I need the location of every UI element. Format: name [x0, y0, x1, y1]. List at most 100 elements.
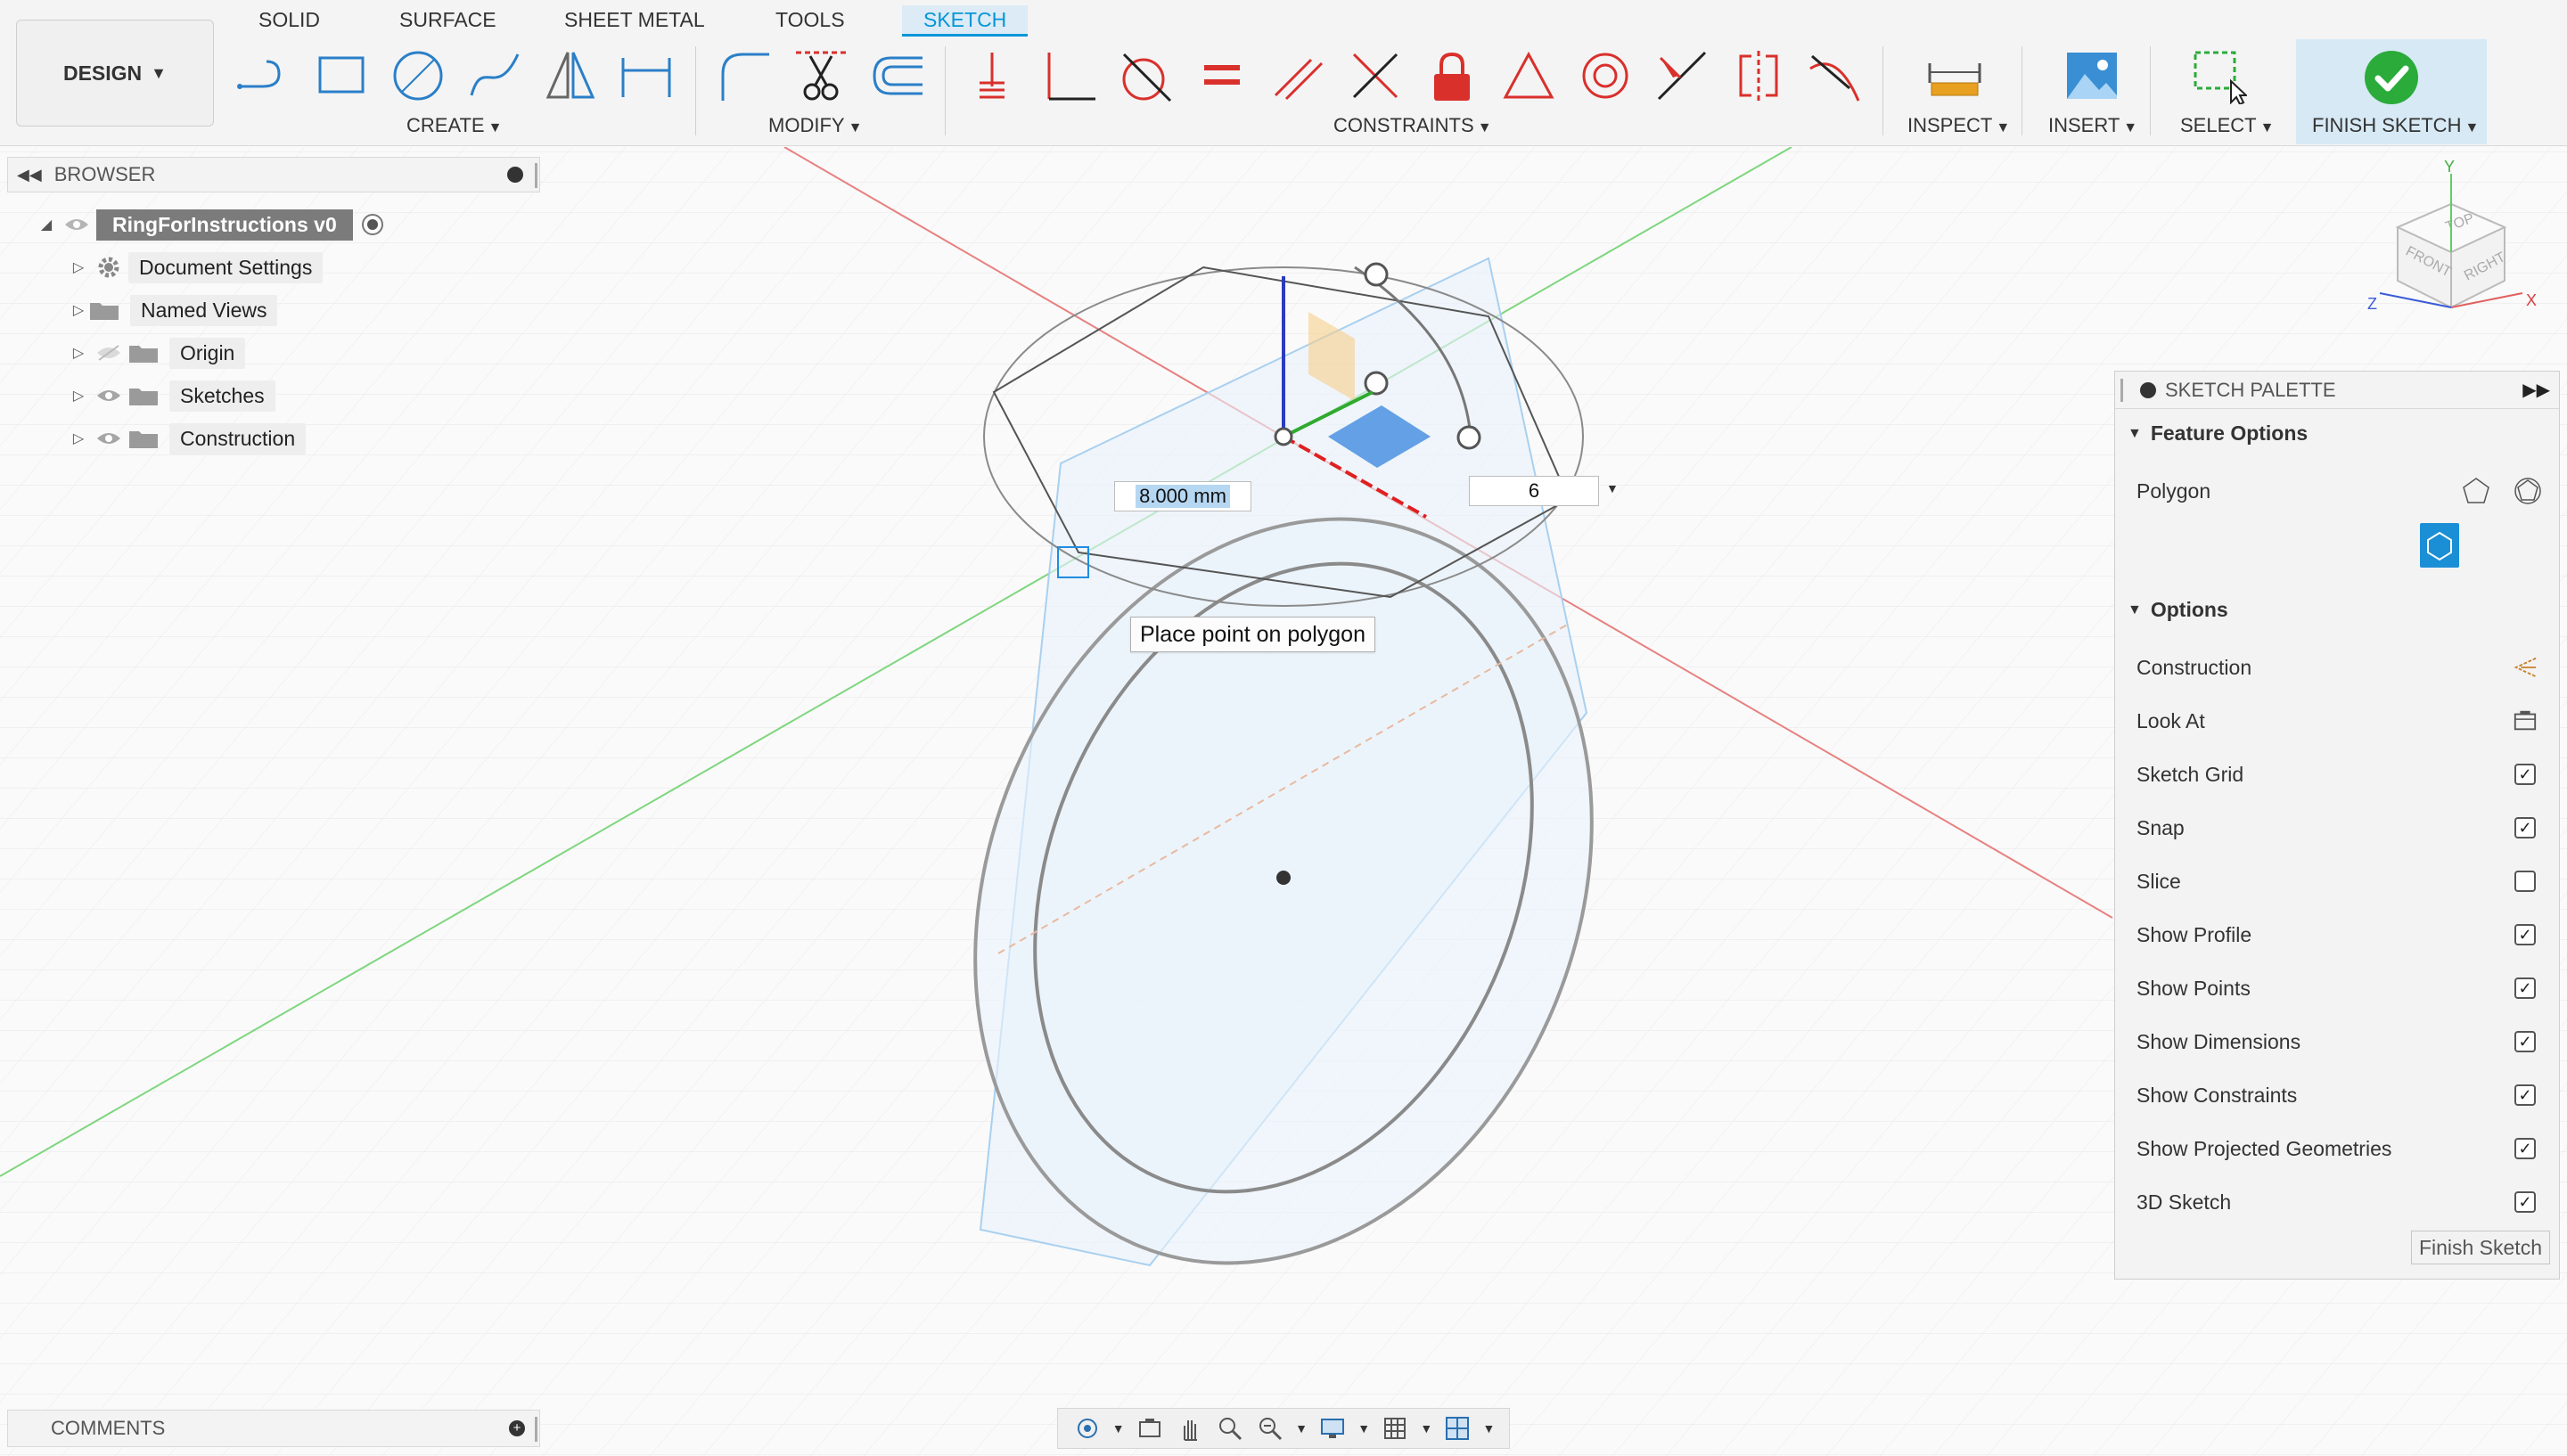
comments-panel[interactable]: COMMENTS +	[7, 1410, 540, 1447]
tab-sheet-metal[interactable]: SHEET METAL	[564, 5, 705, 34]
option-snap[interactable]: Snap ✓	[2136, 810, 2546, 846]
eye-icon[interactable]	[61, 214, 93, 235]
browser-header[interactable]: ◀◀ BROWSER	[7, 157, 540, 192]
feature-options-section[interactable]: ▼ Feature Options	[2128, 421, 2308, 446]
insert-menu[interactable]: INSERT ▼	[2048, 114, 2137, 137]
coincident-icon[interactable]	[961, 45, 1023, 107]
option-show-dimensions[interactable]: Show Dimensions ✓	[2136, 1024, 2546, 1059]
panel-handle[interactable]	[2120, 379, 2123, 402]
options-section[interactable]: ▼ Options	[2128, 598, 2228, 622]
eye-icon[interactable]	[93, 385, 125, 406]
select-menu[interactable]: SELECT ▼	[2180, 114, 2274, 137]
grid-settings-icon[interactable]	[1380, 1413, 1410, 1444]
fix-icon[interactable]	[1421, 45, 1483, 107]
option-look-at[interactable]: Look At	[2136, 703, 2546, 739]
pan-icon[interactable]	[1175, 1413, 1205, 1444]
construction-icon[interactable]	[2513, 655, 2538, 680]
option-show-points[interactable]: Show Points ✓	[2136, 970, 2546, 1006]
chevron-down-icon[interactable]: ▼	[1357, 1421, 1370, 1436]
equal-icon[interactable]	[1191, 45, 1253, 107]
tab-solid[interactable]: SOLID	[258, 5, 320, 34]
activate-radio-icon[interactable]	[361, 214, 383, 235]
inspect-menu[interactable]: INSPECT ▼	[1907, 114, 2010, 137]
collinear-icon[interactable]	[1344, 45, 1407, 107]
sides-dropdown-icon[interactable]: ▼	[1606, 481, 1619, 495]
offset-icon[interactable]	[866, 45, 929, 107]
inscribed-polygon-icon[interactable]	[2513, 476, 2543, 506]
orbit-icon[interactable]	[1072, 1413, 1103, 1444]
expand-triangle-icon[interactable]: ▷	[68, 387, 89, 405]
workspace-switcher[interactable]: DESIGN ▼	[16, 20, 214, 127]
expand-triangle-icon[interactable]: ▷	[68, 301, 89, 319]
line-icon[interactable]	[234, 45, 296, 107]
symmetry-icon[interactable]	[1727, 45, 1790, 107]
palette-finish-sketch-button[interactable]: Finish Sketch	[2410, 1231, 2550, 1264]
dimension-input[interactable]: 8.000 mm	[1114, 481, 1251, 511]
circle-icon[interactable]	[387, 45, 449, 107]
eye-icon[interactable]	[93, 428, 125, 449]
insert-image-icon[interactable]	[2061, 45, 2123, 107]
trim-icon[interactable]	[790, 45, 852, 107]
look-at-icon[interactable]	[2513, 708, 2538, 733]
add-comment-icon[interactable]: +	[509, 1420, 525, 1436]
arc-handle-top[interactable]	[1364, 262, 1389, 287]
viewcube[interactable]: TOP FRONT RIGHT Y X Z	[2362, 147, 2540, 325]
sketch-grid-checkbox[interactable]: ✓	[2514, 764, 2536, 785]
collapse-triangle-icon[interactable]: ▼	[2128, 426, 2142, 442]
viewports-icon[interactable]	[1442, 1413, 1472, 1444]
triangle-icon[interactable]	[1497, 45, 1560, 107]
show-constraints-checkbox[interactable]: ✓	[2514, 1084, 2536, 1106]
tab-sketch[interactable]: SKETCH	[902, 5, 1029, 37]
curvature-icon[interactable]	[1804, 45, 1866, 107]
collapse-palette-icon[interactable]	[2140, 381, 2156, 398]
perpendicular-icon[interactable]	[1037, 45, 1100, 107]
chevron-down-icon[interactable]: ▼	[1295, 1421, 1308, 1436]
expand-palette-icon[interactable]: ▶▶	[2522, 379, 2550, 401]
midpoint-icon[interactable]	[1651, 45, 1713, 107]
3d-sketch-checkbox[interactable]: ✓	[2514, 1191, 2536, 1213]
finish-sketch-button[interactable]: FINISH SKETCH ▼	[2296, 39, 2487, 144]
tree-root-row[interactable]: ◢ RingForInstructions v0	[36, 207, 383, 242]
component-root[interactable]: RingForInstructions v0	[96, 209, 353, 241]
tangent-icon[interactable]	[1114, 45, 1177, 107]
circumscribed-polygon-icon[interactable]	[2461, 476, 2491, 506]
show-points-checkbox[interactable]: ✓	[2514, 977, 2536, 999]
zoom-window-icon[interactable]	[1255, 1413, 1285, 1444]
show-profile-checkbox[interactable]: ✓	[2514, 924, 2536, 945]
tab-tools[interactable]: TOOLS	[775, 5, 845, 34]
zoom-icon[interactable]	[1215, 1413, 1245, 1444]
chevron-down-icon[interactable]: ▼	[1483, 1421, 1496, 1436]
option-show-projected-geometries[interactable]: Show Projected Geometries ✓	[2136, 1131, 2546, 1166]
chevron-down-icon[interactable]: ▼	[1420, 1421, 1432, 1436]
browser-pin-icon[interactable]	[507, 167, 523, 183]
tree-item-construction[interactable]: ▷ Construction	[68, 421, 307, 456]
show-dimensions-checkbox[interactable]: ✓	[2514, 1031, 2536, 1052]
origin-point[interactable]	[1274, 427, 1293, 446]
display-settings-icon[interactable]	[1317, 1413, 1348, 1444]
palette-header[interactable]: SKETCH PALETTE ▶▶	[2115, 372, 2559, 409]
dimension-icon[interactable]	[615, 45, 677, 107]
option-show-profile[interactable]: Show Profile ✓	[2136, 917, 2546, 953]
slice-checkbox[interactable]	[2514, 871, 2536, 892]
option-show-constraints[interactable]: Show Constraints ✓	[2136, 1077, 2546, 1113]
look-at-icon[interactable]	[1135, 1413, 1165, 1444]
tree-item-sketches[interactable]: ▷ Sketches	[68, 378, 275, 413]
modify-menu[interactable]: MODIFY ▼	[768, 114, 862, 137]
tree-item-origin[interactable]: ▷ Origin	[68, 335, 246, 371]
mirror-icon[interactable]	[538, 45, 601, 107]
tab-surface[interactable]: SURFACE	[399, 5, 496, 34]
option-3d-sketch[interactable]: 3D Sketch ✓	[2136, 1184, 2546, 1220]
show-projected-geometries-checkbox[interactable]: ✓	[2514, 1138, 2536, 1159]
collapse-triangle-icon[interactable]: ▼	[2128, 602, 2142, 618]
option-slice[interactable]: Slice	[2136, 863, 2546, 899]
parallel-icon[interactable]	[1267, 45, 1330, 107]
select-icon[interactable]	[2187, 45, 2250, 107]
constraints-menu[interactable]: CONSTRAINTS ▼	[1333, 114, 1492, 137]
panel-handle[interactable]	[535, 163, 537, 188]
rectangle-icon[interactable]	[310, 45, 373, 107]
concentric-icon[interactable]	[1574, 45, 1636, 107]
eye-hidden-icon[interactable]	[93, 342, 125, 364]
edge-polygon-button[interactable]	[2420, 523, 2459, 568]
option-sketch-grid[interactable]: Sketch Grid ✓	[2136, 757, 2546, 792]
polygon-sides-input[interactable]: 6	[1469, 476, 1599, 506]
